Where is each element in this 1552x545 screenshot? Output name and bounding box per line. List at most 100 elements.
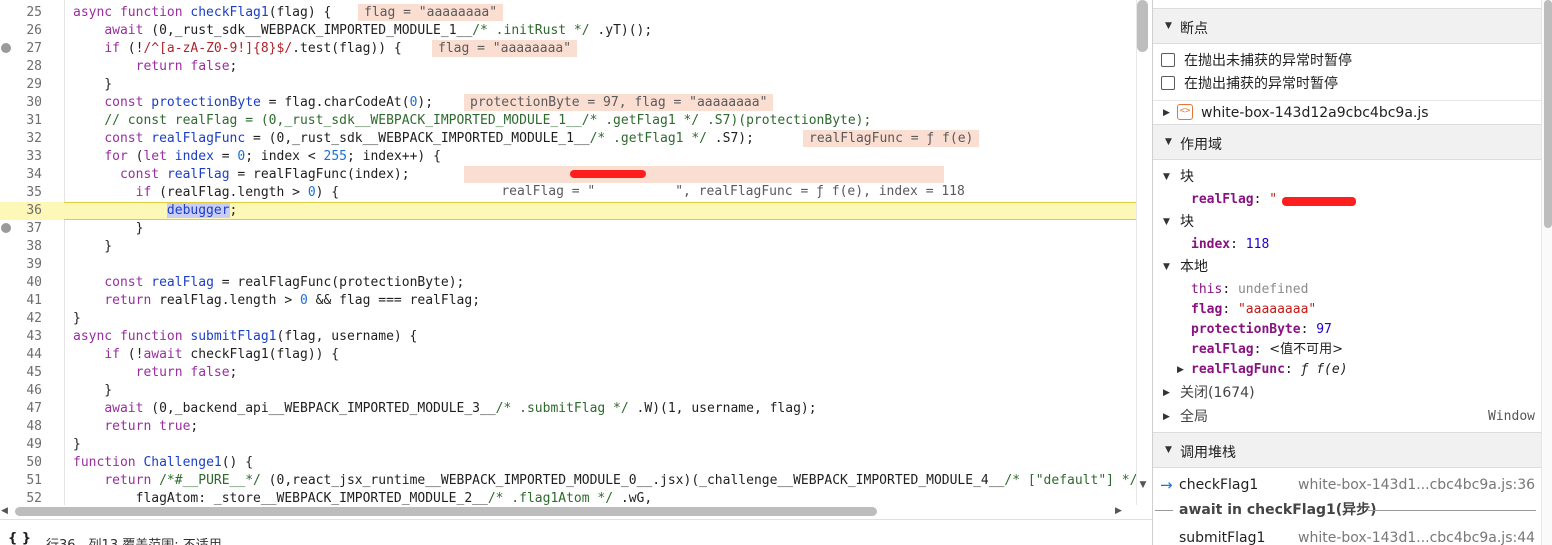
line-number[interactable]: 44 (12, 346, 42, 364)
line-code: for (let index = 0; index < 255; index++… (104, 149, 441, 164)
scroll-right-icon[interactable]: ▶ (1115, 506, 1122, 516)
code-editor[interactable]: 25 async function checkFlag1(flag) {26 aw… (0, 0, 1136, 505)
line-number[interactable]: 49 (12, 436, 42, 454)
line-number[interactable]: 43 (12, 328, 42, 346)
expand-triangle-icon: ▼ (1165, 21, 1172, 31)
scope-var-realflag-local[interactable]: realFlag: <值不可用> (1153, 339, 1541, 361)
line-number[interactable]: 38 (12, 238, 42, 256)
scope-var-this[interactable]: this: undefined (1153, 279, 1541, 301)
code-line[interactable]: 46 } (0, 382, 1136, 400)
line-number[interactable]: 48 (12, 418, 42, 436)
code-line[interactable]: 51 return /*#__PURE__*/ (0,react_jsx_run… (0, 472, 1136, 490)
line-number[interactable]: 28 (12, 58, 42, 76)
scope-closure[interactable]: ▶ 关闭(1674) (1153, 382, 1541, 404)
line-number[interactable]: 42 (12, 310, 42, 328)
separator-line (1368, 510, 1536, 511)
code-line[interactable]: 49} (0, 436, 1136, 454)
horizontal-scrollbar-thumb[interactable] (15, 507, 877, 516)
line-number[interactable]: 30 (12, 94, 42, 112)
scroll-down-icon[interactable]: ▼ (1138, 480, 1148, 490)
inline-value-line34: realFlag = " ", realFlagFunc = ƒ f(e), in… (464, 166, 965, 199)
scope-var-realflag[interactable]: realFlag: " (1153, 189, 1541, 211)
code-line[interactable]: 39 (0, 256, 1136, 274)
pause-caught-row[interactable]: 在抛出捕获的异常时暂停 (1153, 73, 1541, 95)
collapsed-triangle-icon: ▶ (1177, 365, 1184, 375)
breakpoints-section-header[interactable]: ▼ 断点 (1153, 8, 1541, 44)
line-number[interactable]: 27 (12, 40, 42, 58)
code-line[interactable]: 50 function Challenge1() { (0, 454, 1136, 472)
callstack-frame-checkflag1[interactable]: → checkFlag1 white-box-143d1...cbc4bc9a.… (1153, 474, 1541, 496)
line-code: const realFlag = realFlagFunc(index); (119, 167, 410, 182)
code-line[interactable]: 42} (0, 310, 1136, 328)
scope-title: 作用域 (1180, 137, 1222, 153)
scroll-left-icon[interactable]: ◀ (1, 506, 8, 516)
code-line[interactable]: 48 return true; (0, 418, 1136, 436)
code-line[interactable]: 44 if (!await checkFlag1(flag)) { (0, 346, 1136, 364)
scope-global[interactable]: ▶ 全局 Window (1153, 406, 1541, 428)
line-number[interactable]: 36 (12, 202, 42, 220)
code-line[interactable]: 52 flagAtom: _store__WEBPACK_IMPORTED_MO… (0, 490, 1136, 505)
line-number[interactable]: 34 (12, 166, 42, 184)
scope-block-1[interactable]: ▼ 块 (1153, 166, 1541, 188)
line-number[interactable]: 45 (12, 364, 42, 382)
scope-var-realflagfunc[interactable]: ▶ realFlagFunc: ƒ f(e) (1153, 359, 1541, 381)
line-number[interactable]: 37 (12, 220, 42, 238)
code-line[interactable]: 26 await (0,_rust_sdk__WEBPACK_IMPORTED_… (0, 22, 1136, 40)
code-line[interactable]: 40 const realFlag = realFlagFunc(protect… (0, 274, 1136, 292)
sidebar-scrollbar-thumb[interactable] (1544, 0, 1552, 228)
code-line[interactable]: 41 return realFlag.length > 0 && flag ==… (0, 292, 1136, 310)
line-number[interactable]: 35 (12, 184, 42, 202)
callstack-frame-submitflag1[interactable]: submitFlag1 white-box-143d1...cbc4bc9a.j… (1153, 527, 1541, 545)
line-number[interactable]: 51 (12, 472, 42, 490)
line-number[interactable]: 25 (12, 4, 42, 22)
editor-scrollbar-thumb[interactable] (1137, 0, 1148, 52)
line-code: debugger; (166, 203, 238, 218)
pause-uncaught-row[interactable]: 在抛出未捕获的异常时暂停 (1153, 50, 1541, 72)
line-number[interactable]: 39 (12, 256, 42, 274)
scope-var-index[interactable]: index: 118 (1153, 234, 1541, 256)
inline-value-line30: protectionByte = 97, flag = "aaaaaaaa" (464, 94, 774, 111)
line-number[interactable]: 41 (12, 292, 42, 310)
line-number[interactable]: 46 (12, 382, 42, 400)
editor-scrollbar-track[interactable] (1136, 0, 1152, 505)
breakpoint-file-name: white-box-143d12a9cbc4bc9a.js (1201, 105, 1429, 121)
line-number[interactable]: 26 (12, 22, 42, 40)
scope-block-2[interactable]: ▼ 块 (1153, 211, 1541, 233)
code-line[interactable]: 47 await (0,_backend_api__WEBPACK_IMPORT… (0, 400, 1136, 418)
line-number[interactable]: 32 (12, 130, 42, 148)
scope-var-flag[interactable]: flag: "aaaaaaaa" (1153, 299, 1541, 321)
code-line[interactable]: 43 async function submitFlag1(flag, usern… (0, 328, 1136, 346)
line-number[interactable]: 33 (12, 148, 42, 166)
pretty-print-button[interactable]: { } (8, 531, 31, 545)
line-code: return false; (135, 365, 238, 380)
code-line[interactable]: 29 } (0, 76, 1136, 94)
horizontal-scrollbar[interactable]: ◀ ▶ (0, 505, 1136, 519)
line-number[interactable]: 29 (12, 76, 42, 94)
breakpoint-marker-27[interactable] (1, 43, 11, 53)
code-line[interactable]: 28 return false; (0, 58, 1136, 76)
breakpoint-marker-37[interactable] (1, 223, 11, 233)
code-line[interactable]: 38 } (0, 238, 1136, 256)
code-line[interactable]: 31 // const realFlag = (0,_rust_sdk__WEB… (0, 112, 1136, 130)
breakpoint-file-item[interactable]: ▶ <> white-box-143d12a9cbc4bc9a.js (1153, 100, 1541, 124)
line-number[interactable]: 52 (12, 490, 42, 505)
paused-code-line[interactable]: 36 debugger; (0, 202, 1136, 220)
pause-caught-checkbox[interactable] (1161, 76, 1175, 90)
code-line[interactable]: 33 for (let index = 0; index < 255; inde… (0, 148, 1136, 166)
code-line[interactable]: 25 async function checkFlag1(flag) { (0, 4, 1136, 22)
scope-local[interactable]: ▼ 本地 (1153, 256, 1541, 278)
code-line[interactable]: 37 } (0, 220, 1136, 238)
scope-section-header[interactable]: ▼ 作用域 (1153, 124, 1541, 160)
line-number[interactable]: 40 (12, 274, 42, 292)
line-number[interactable]: 31 (12, 112, 42, 130)
pause-uncaught-checkbox[interactable] (1161, 53, 1175, 67)
scope-var-protectionbyte[interactable]: protectionByte: 97 (1153, 319, 1541, 341)
callstack-section-header[interactable]: ▼ 调用堆栈 (1153, 432, 1541, 468)
line-code: return true; (104, 419, 199, 434)
line-number[interactable]: 50 (12, 454, 42, 472)
line-code: flagAtom: _store__WEBPACK_IMPORTED_MODUL… (73, 491, 653, 505)
code-line[interactable]: 45 return false; (0, 364, 1136, 382)
line-number[interactable]: 47 (12, 400, 42, 418)
var-value: "aaaaaaaa" (1237, 302, 1317, 317)
sidebar-scrollbar[interactable] (1541, 0, 1552, 545)
